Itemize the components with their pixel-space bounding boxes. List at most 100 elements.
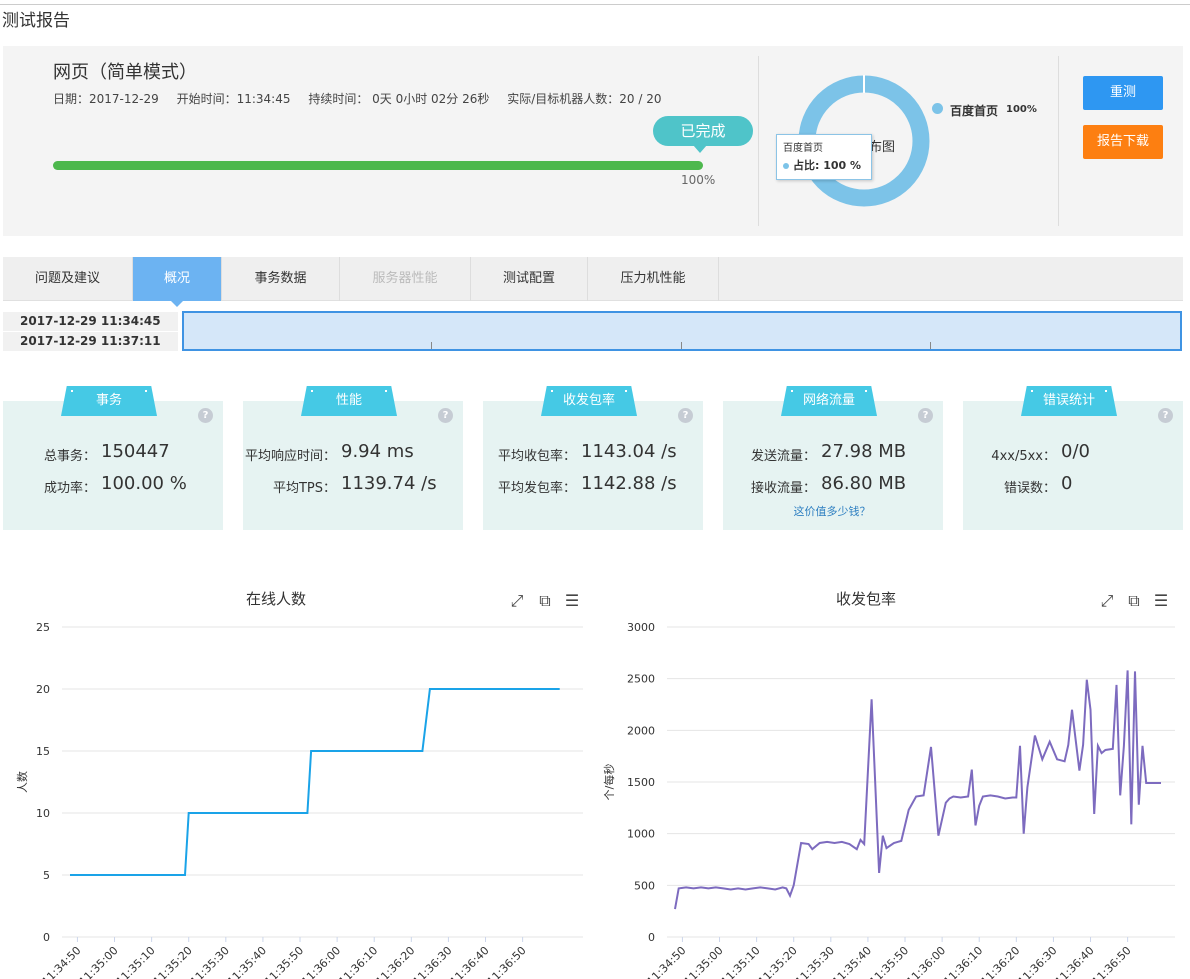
range-end-time: 2017-12-29 11:37:11	[3, 332, 178, 351]
help-icon[interactable]: ?	[918, 408, 933, 423]
x-tick-label: 11:35:40	[830, 944, 874, 979]
help-icon[interactable]: ?	[198, 408, 213, 423]
chart-title-packet-rate: 收发包率	[836, 590, 897, 608]
x-tick-label: 11:35:50	[262, 944, 306, 979]
progress-bar	[53, 161, 703, 170]
chart-online-users[interactable]: 051015202511:34:5011:35:0011:35:1011:35:…	[0, 610, 595, 979]
tab-transactions[interactable]: 事务数据	[222, 257, 340, 301]
summary-panel: 网页（简单模式） 日期：2017-12-29 开始时间：11:34:45 持续时…	[3, 46, 1183, 236]
y-tick-label: 5	[43, 869, 50, 882]
metric-value: 0	[1061, 473, 1073, 494]
copy-icon[interactable]: ⧉	[536, 592, 554, 610]
card-errors: 错误统计 ? 4xx/5xx： 0/0 错误数： 0	[963, 386, 1183, 530]
tab-overview[interactable]: 概况	[133, 257, 222, 301]
metric-label: 平均收包率：	[497, 449, 576, 464]
range-tick	[930, 342, 931, 349]
legend-dot	[932, 103, 943, 114]
card-performance: 性能 ? 平均响应时间： 9.94 ms 平均TPS： 1139.74 /s	[243, 386, 463, 530]
menu-icon[interactable]: ☰	[563, 592, 581, 610]
y-axis-title: 人数	[16, 771, 29, 793]
metric-label: 接收流量：	[750, 481, 816, 496]
x-tick-label: 11:36:40	[1053, 944, 1097, 979]
metric-label: 总事务：	[43, 449, 96, 464]
progress-label: 100%	[681, 173, 716, 187]
help-icon[interactable]: ?	[1158, 408, 1173, 423]
retest-button[interactable]: 重测	[1083, 76, 1163, 110]
tab-loader-performance[interactable]: 压力机性能	[588, 257, 719, 301]
tab-bar: 问题及建议 概况 事务数据 服务器性能 测试配置 压力机性能	[3, 257, 1183, 301]
x-tick-label: 11:36:30	[1015, 944, 1059, 979]
divider	[758, 56, 759, 226]
metric-label: 发送流量：	[750, 449, 816, 464]
chart-packet-rate[interactable]: 0 500 1000 1500 2000 2500 3000 11:34:5011:35:00…	[595, 610, 1190, 979]
metric-label: 平均TPS：	[272, 481, 336, 496]
card-title: 事务	[61, 386, 157, 416]
x-tick-label: 11:34:50	[644, 944, 688, 979]
x-tick-label: 11:35:20	[756, 944, 800, 979]
range-start-time: 2017-12-29 11:34:45	[3, 312, 178, 331]
metric-label: 平均发包率：	[497, 481, 576, 496]
test-date: 日期：2017-12-29	[53, 92, 159, 106]
x-tick-label: 11:36:20	[373, 944, 417, 979]
metric-label: 成功率：	[43, 481, 96, 496]
x-tick-label: 11:36:10	[336, 944, 380, 979]
card-title: 网络流量	[781, 386, 877, 416]
series-line[interactable]	[674, 670, 1161, 910]
value-link[interactable]: 这价值多少钱？	[723, 503, 941, 519]
y-tick-label: 500	[634, 879, 655, 892]
y-tick-label: 2000	[627, 724, 655, 737]
status-badge: 已完成	[653, 116, 753, 153]
tab-issues[interactable]: 问题及建议	[3, 257, 133, 301]
progress-fill	[53, 161, 703, 170]
test-start-time: 开始时间：11:34:45	[176, 92, 291, 106]
metric-value: 100.00 %	[101, 473, 187, 494]
test-machines: 实际/目标机器人数：20 / 20	[507, 92, 662, 106]
x-tick-label: 11:36:00	[904, 944, 948, 979]
tooltip-value: 占比: 100 %	[793, 159, 862, 172]
metric-value: 9.94 ms	[341, 441, 414, 462]
test-name: 网页（简单模式）	[53, 62, 197, 83]
time-range-slider[interactable]	[182, 311, 1182, 351]
help-icon[interactable]: ?	[678, 408, 693, 423]
x-tick-label: 11:35:40	[225, 944, 269, 979]
help-icon[interactable]: ?	[438, 408, 453, 423]
expand-icon[interactable]: ⤢	[1098, 592, 1116, 610]
x-tick-label: 11:36:50	[485, 944, 529, 979]
x-tick-label: 11:35:20	[151, 944, 195, 979]
test-meta: 日期：2017-12-29 开始时间：11:34:45 持续时间： 0天 0小时…	[53, 90, 675, 107]
x-tick-label: 11:35:30	[188, 944, 232, 979]
y-tick-label: 2500	[627, 673, 655, 686]
card-transactions: 事务 ? 总事务： 150447 成功率： 100.00 %	[3, 386, 223, 530]
metric-value: 150447	[101, 441, 170, 462]
y-axis-title: 个/每秒	[602, 764, 616, 801]
menu-icon[interactable]: ☰	[1152, 592, 1170, 610]
expand-icon[interactable]: ⤢	[508, 592, 526, 610]
metric-value: 27.98 MB	[821, 441, 907, 462]
x-tick-label: 11:34:50	[39, 944, 83, 979]
page-title: 测试报告	[2, 11, 70, 31]
test-duration: 持续时间： 0天 0小时 02分 26秒	[308, 92, 490, 106]
metric-value: 86.80 MB	[821, 473, 907, 494]
tab-test-config[interactable]: 测试配置	[471, 257, 588, 301]
y-tick-label: 20	[36, 683, 50, 696]
x-tick-label: 11:36:40	[448, 944, 492, 979]
copy-icon[interactable]: ⧉	[1125, 592, 1143, 610]
card-title: 性能	[301, 386, 397, 416]
x-tick-label: 11:36:00	[299, 944, 343, 979]
y-tick-label: 3000	[627, 621, 655, 634]
range-tick	[681, 342, 682, 349]
y-tick-label: 1000	[627, 828, 655, 841]
legend-label[interactable]: 百度首页	[950, 102, 998, 119]
top-border	[0, 4, 1190, 5]
metric-label: 4xx/5xx：	[991, 449, 1056, 464]
download-report-button[interactable]: 报告下载	[1083, 125, 1163, 159]
y-tick-label: 1500	[627, 776, 655, 789]
tab-server-performance[interactable]: 服务器性能	[340, 257, 471, 301]
x-tick-label: 11:36:50	[1090, 944, 1134, 979]
series-line[interactable]	[70, 688, 560, 876]
metric-value: 1142.88 /s	[581, 473, 677, 494]
legend-pct: 100%	[1006, 104, 1037, 115]
x-tick-label: 11:35:10	[719, 944, 763, 979]
x-tick-label: 11:35:00	[682, 944, 726, 979]
metric-value: 1139.74 /s	[341, 473, 437, 494]
